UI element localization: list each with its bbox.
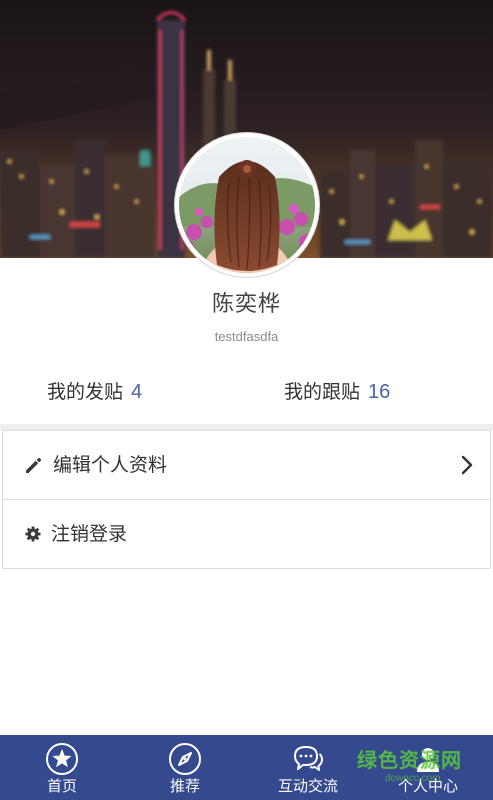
- avatar-photo: [179, 137, 315, 273]
- edit-profile-item[interactable]: 编辑个人资料: [3, 431, 490, 499]
- bottom-tab-bar: 首页 推荐 互动交流 个人中心: [0, 735, 493, 800]
- gear-icon: [25, 526, 41, 542]
- compass-icon: [169, 743, 201, 775]
- my-replies-count: 16: [368, 381, 391, 403]
- tab-profile-label: 个人中心: [397, 777, 458, 795]
- user-stats: 我的发贴 4 我的跟贴 16: [0, 372, 493, 412]
- pencil-icon: [26, 457, 42, 473]
- chat-icon: [294, 746, 323, 771]
- tab-recommend[interactable]: 推荐: [135, 735, 235, 800]
- my-posts-label: 我的发贴: [47, 381, 124, 403]
- tab-interact[interactable]: 互动交流: [258, 735, 358, 800]
- tab-profile[interactable]: 个人中心: [378, 735, 478, 800]
- user-account: testdfasdfa: [214, 329, 279, 344]
- star-icon: [46, 743, 78, 775]
- logout-label: 注销登录: [51, 523, 128, 545]
- logout-item[interactable]: 注销登录: [3, 499, 490, 568]
- tab-interact-label: 互动交流: [277, 777, 338, 795]
- my-replies-label: 我的跟贴: [284, 381, 361, 403]
- tab-home-label: 首页: [46, 777, 77, 795]
- profile-menu: 编辑个人资料 注销登录: [2, 430, 491, 569]
- user-icon: [417, 748, 439, 772]
- my-posts-link[interactable]: 我的发贴 4: [47, 372, 142, 412]
- edit-profile-label: 编辑个人资料: [53, 454, 168, 476]
- tab-home[interactable]: 首页: [12, 735, 112, 800]
- user-name: 陈奕桦: [211, 292, 281, 317]
- chevron-right-icon: [461, 455, 473, 475]
- my-posts-count: 4: [131, 381, 143, 403]
- avatar[interactable]: [175, 133, 319, 277]
- my-replies-link[interactable]: 我的跟贴 16: [284, 372, 390, 412]
- tab-recommend-label: 推荐: [169, 777, 200, 795]
